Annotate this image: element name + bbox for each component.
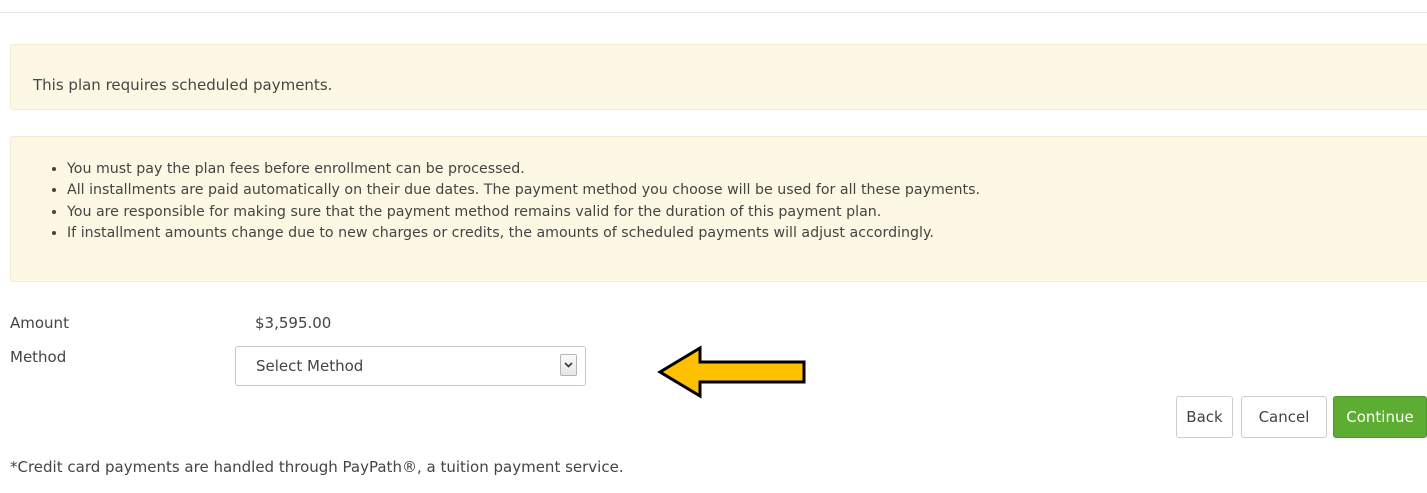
method-label: Method bbox=[10, 348, 67, 366]
method-select[interactable]: Select Method bbox=[235, 346, 586, 386]
top-divider bbox=[0, 12, 1427, 13]
back-button[interactable]: Back bbox=[1176, 396, 1233, 438]
paypath-footnote: *Credit card payments are handled throug… bbox=[10, 458, 624, 476]
payment-plan-rules: You must pay the plan fees before enroll… bbox=[10, 136, 1427, 282]
notice-text: This plan requires scheduled payments. bbox=[33, 76, 333, 94]
rule-item: If installment amounts change due to new… bbox=[67, 223, 980, 244]
scheduled-payments-notice: This plan requires scheduled payments. bbox=[10, 44, 1427, 110]
continue-button[interactable]: Continue bbox=[1333, 396, 1427, 438]
chevron-down-icon[interactable] bbox=[560, 354, 577, 376]
cancel-button[interactable]: Cancel bbox=[1241, 396, 1327, 438]
rule-item: All installments are paid automatically … bbox=[67, 180, 980, 201]
method-select-value: Select Method bbox=[256, 357, 364, 375]
amount-value: $3,595.00 bbox=[255, 314, 332, 332]
rule-item: You must pay the plan fees before enroll… bbox=[67, 159, 980, 180]
rules-list: You must pay the plan fees before enroll… bbox=[47, 159, 980, 244]
arrow-left-icon bbox=[657, 345, 806, 399]
amount-label: Amount bbox=[10, 314, 69, 332]
rule-item: You are responsible for making sure that… bbox=[67, 202, 980, 223]
